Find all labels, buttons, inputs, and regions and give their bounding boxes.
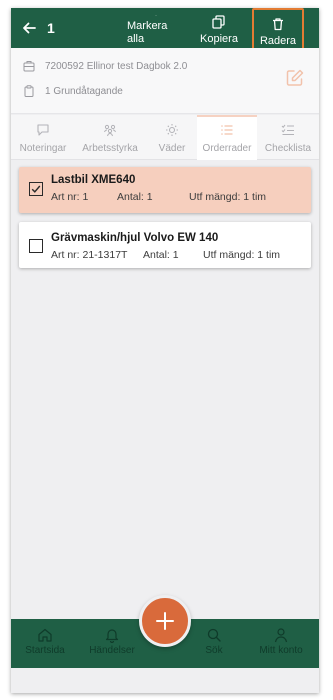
order-row[interactable]: Grävmaskin/hjul Volvo EW 140 Art nr: 21-… [19, 222, 311, 268]
copy-button[interactable]: Kopiera [198, 12, 240, 46]
section-tabs: Noteringar Arbetsstyrka Väder Orderrader… [11, 115, 319, 160]
order-executed-amount: Utf mängd: 1 tim [189, 191, 267, 203]
nav-label: Sök [205, 645, 223, 656]
bell-icon [105, 629, 119, 643]
briefcase-icon [23, 61, 35, 72]
order-quantity: Antal: 1 [143, 249, 179, 261]
project-contract-row: 1 Grundåtagande [23, 85, 123, 97]
tab-label: Arbetsstyrka [82, 143, 138, 154]
select-all-label: Markera alla [127, 20, 168, 45]
order-row[interactable]: Lastbil XME640 Art nr: 1 Antal: 1 Utf mä… [19, 167, 311, 213]
search-icon [207, 628, 221, 642]
list-icon [221, 125, 233, 135]
row-checkbox[interactable] [29, 239, 43, 253]
tab-label: Orderrader [202, 143, 252, 154]
nav-label: Startsida [25, 645, 65, 656]
back-arrow-icon[interactable] [21, 20, 37, 36]
select-all-button[interactable]: Markera alla [127, 12, 185, 46]
order-art-number: Art nr: 1 [51, 191, 89, 203]
copy-label: Kopiera [200, 33, 238, 45]
select-all-icon [155, 15, 157, 16]
app-screen: 1 Markera alla Kopiera Radera 7200592 El… [11, 8, 319, 693]
project-contract: 1 Grundåtagande [45, 85, 123, 97]
copy-icon [212, 15, 225, 29]
tab-orderrader[interactable]: Orderrader [197, 115, 257, 160]
trash-icon [273, 18, 283, 31]
weather-icon [166, 124, 178, 136]
note-icon [37, 124, 49, 136]
nav-mitt-konto[interactable]: Mitt konto [255, 627, 307, 656]
nav-handelser[interactable]: Händelser [85, 627, 139, 656]
add-button[interactable] [139, 595, 191, 647]
clipboard-icon [24, 85, 34, 97]
tab-label: Väder [158, 143, 186, 154]
nav-label: Händelser [89, 645, 135, 656]
tab-label: Checklista [264, 143, 312, 154]
edit-icon[interactable] [285, 68, 305, 88]
tab-noteringar[interactable]: Noteringar [15, 115, 71, 160]
tab-arbetsstyrka[interactable]: Arbetsstyrka [77, 115, 143, 160]
order-art-number: Art nr: 21-1317T [51, 249, 128, 261]
plus-icon [156, 612, 174, 630]
top-bar: 1 Markera alla Kopiera Radera [11, 8, 319, 50]
order-title: Lastbil XME640 [51, 174, 136, 186]
tab-checklista[interactable]: Checklista [259, 115, 317, 160]
tab-vader[interactable]: Väder [149, 115, 195, 160]
nav-startsida[interactable]: Startsida [23, 627, 67, 656]
project-name: 7200592 Ellinor test Dagbok 2.0 [45, 60, 188, 72]
home-icon [38, 628, 52, 642]
people-icon [104, 124, 116, 137]
order-quantity: Antal: 1 [117, 191, 153, 203]
row-checkbox[interactable] [29, 182, 43, 196]
user-icon [274, 628, 288, 643]
checkmark-icon [31, 185, 41, 193]
tab-label: Noteringar [19, 143, 67, 154]
delete-button[interactable]: Radera [252, 8, 304, 50]
nav-label: Mitt konto [259, 645, 303, 656]
order-executed-amount: Utf mängd: 1 tim [203, 249, 281, 261]
order-title: Grävmaskin/hjul Volvo EW 140 [51, 232, 219, 244]
project-name-row: 7200592 Ellinor test Dagbok 2.0 [23, 60, 187, 72]
nav-sok[interactable]: Sök [201, 627, 227, 656]
project-card: 7200592 Ellinor test Dagbok 2.0 1 Grundå… [11, 48, 319, 114]
checklist-icon [281, 124, 294, 136]
delete-label: Radera [259, 35, 297, 47]
selected-count: 1 [47, 20, 55, 36]
